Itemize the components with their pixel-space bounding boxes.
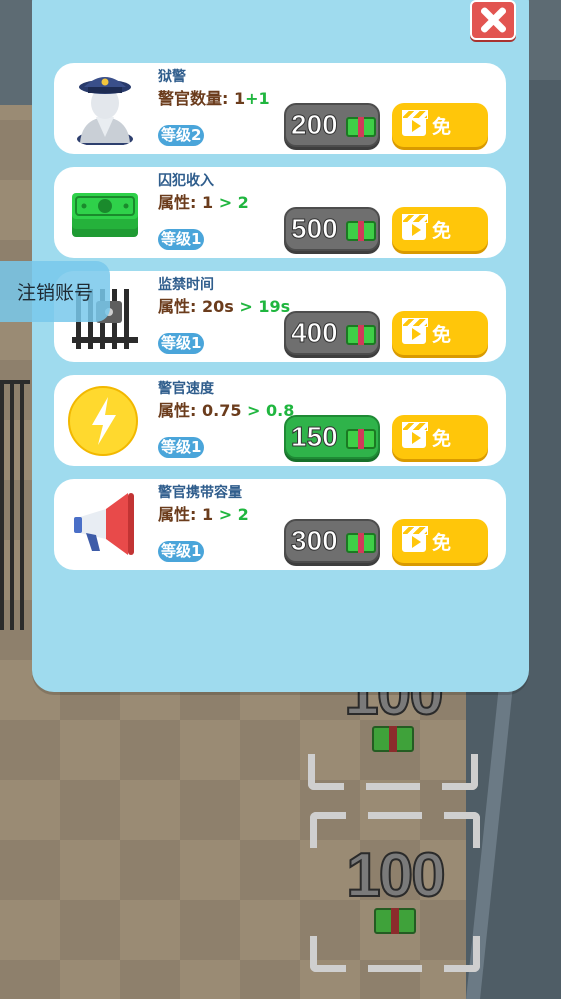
video-clapper-icon xyxy=(402,214,428,240)
megaphone-icon xyxy=(66,489,144,561)
slot-price: 100 xyxy=(345,840,446,911)
video-clapper-icon xyxy=(402,422,428,448)
upgrade-card-officer-speed: 警官速度 属性: 0.75 > 0.8 等级1 150 免 xyxy=(54,375,506,466)
watch-ad-free-button[interactable]: 免 xyxy=(392,207,488,251)
upgrade-attribute: 属性: 20s > 19s xyxy=(158,297,291,316)
upgrade-card-prison-time: 监禁时间 属性: 20s > 19s 等级1 400 免 xyxy=(54,271,506,362)
video-clapper-icon xyxy=(402,110,428,136)
cash-icon xyxy=(346,429,376,449)
cash-stack-icon xyxy=(66,177,144,249)
upgrade-attribute: 属性: 1 > 2 xyxy=(158,193,249,212)
upgrade-cost-button[interactable]: 300 xyxy=(284,519,380,563)
police-officer-icon xyxy=(66,73,144,147)
level-badge: 等级2 xyxy=(158,125,205,146)
level-badge: 等级1 xyxy=(158,437,205,458)
watch-ad-free-button[interactable]: 免 xyxy=(392,519,488,563)
upgrade-title: 狱警 xyxy=(158,69,186,85)
upgrade-title: 监禁时间 xyxy=(158,277,214,293)
cash-icon xyxy=(374,908,416,934)
cash-icon xyxy=(346,325,376,345)
video-clapper-icon xyxy=(402,318,428,344)
cash-icon xyxy=(346,533,376,553)
upgrade-cost-button[interactable]: 200 xyxy=(284,103,380,147)
level-badge: 等级1 xyxy=(158,333,205,354)
upgrade-card-guard: 狱警 警官数量: 1+1 等级2 200 免 xyxy=(54,63,506,154)
close-button[interactable] xyxy=(470,0,516,40)
upgrade-attribute: 属性: 0.75 > 0.8 xyxy=(158,401,295,420)
upgrade-title: 囚犯收入 xyxy=(158,173,214,189)
level-badge: 等级1 xyxy=(158,541,205,562)
purchase-slot[interactable]: 100 xyxy=(310,812,480,972)
cash-icon xyxy=(346,221,376,241)
upgrade-title: 警官速度 xyxy=(158,381,214,397)
level-badge: 等级1 xyxy=(158,229,205,250)
upgrade-cost-button[interactable]: 500 xyxy=(284,207,380,251)
cash-icon xyxy=(346,117,376,137)
cancel-account-label: 注销账号 xyxy=(16,282,93,304)
lightning-icon xyxy=(66,385,144,457)
upgrade-attribute: 警官数量: 1+1 xyxy=(158,89,270,108)
upgrade-attribute: 属性: 1 > 2 xyxy=(158,505,249,524)
upgrade-title: 警官携带容量 xyxy=(158,485,242,501)
upgrade-cost-button[interactable]: 400 xyxy=(284,311,380,355)
watch-ad-free-button[interactable]: 免 xyxy=(392,103,488,147)
upgrade-card-prisoner-income: 囚犯收入 属性: 1 > 2 等级1 500 免 xyxy=(54,167,506,258)
watch-ad-free-button[interactable]: 免 xyxy=(392,311,488,355)
upgrade-cost-button[interactable]: 150 xyxy=(284,415,380,459)
cancel-account-button[interactable]: 注销账号 xyxy=(0,261,110,322)
cash-icon xyxy=(372,726,414,752)
close-icon xyxy=(479,6,507,34)
upgrade-card-carry-capacity: 警官携带容量 属性: 1 > 2 等级1 300 免 xyxy=(54,479,506,570)
video-clapper-icon xyxy=(402,526,428,552)
watch-ad-free-button[interactable]: 免 xyxy=(392,415,488,459)
fence xyxy=(0,380,30,630)
